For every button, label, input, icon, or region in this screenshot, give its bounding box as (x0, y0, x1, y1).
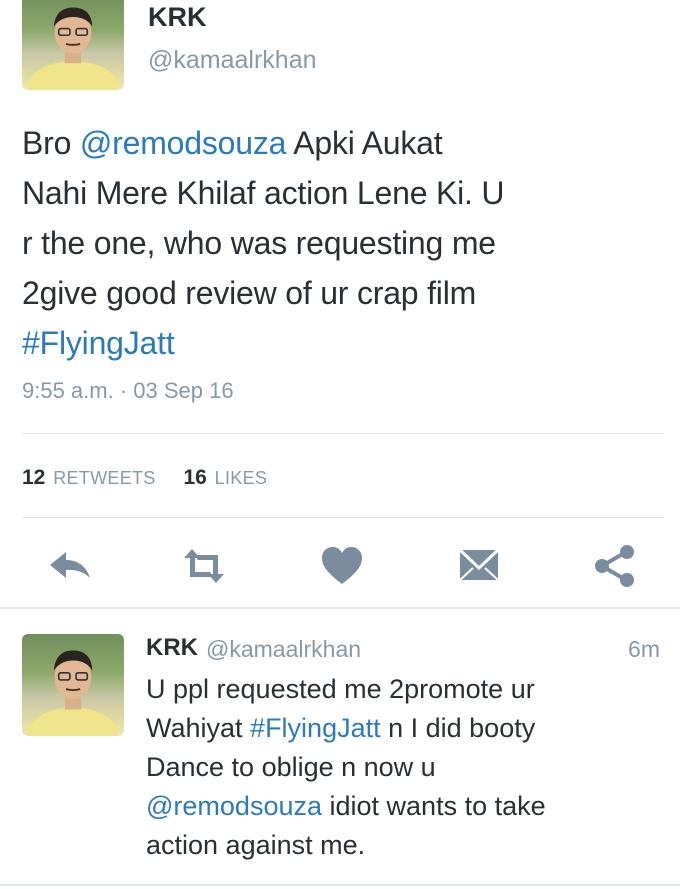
divider (22, 433, 664, 434)
likes-count: 16 (183, 466, 207, 489)
tweet-text-line: #FlyingJatt (22, 318, 662, 368)
mention-link[interactable]: @remodsouza (146, 791, 322, 821)
reply-text-segment: n I did booty (380, 713, 536, 743)
reply-text: U ppl requested me 2promote ur Wahiyat #F… (146, 670, 666, 865)
hashtag-link[interactable]: #FlyingJatt (22, 325, 175, 361)
hashtag-link[interactable]: #FlyingJatt (250, 713, 381, 743)
retweet-icon (184, 549, 224, 583)
retweets-label: RETWEETS (53, 468, 156, 488)
author-name[interactable]: KRK (148, 2, 207, 33)
reply-icon (50, 552, 90, 578)
tweet-text-line: Bro @remodsouza Apki Aukat (22, 118, 662, 168)
reply-author-name[interactable]: KRK (146, 634, 198, 662)
reply-text-line: U ppl requested me 2promote ur (146, 670, 666, 709)
like-button[interactable] (318, 544, 366, 588)
reply-text-segment: U ppl requested me 2promote ur (146, 674, 535, 704)
tweet-text-line: r the one, who was requesting me (22, 218, 662, 268)
mention-link[interactable]: @remodsouza (80, 125, 287, 161)
tweet-text-segment: Nahi Mere Khilaf action Lene Ki. U (22, 175, 505, 211)
reply-text-line: @remodsouza idiot wants to take (146, 787, 666, 826)
tweet-text-line: Nahi Mere Khilaf action Lene Ki. U (22, 168, 662, 218)
divider (22, 517, 664, 518)
tweet-text-segment: 2give good review of ur crap film (22, 275, 477, 311)
reply-text-line: action against me. (146, 826, 666, 865)
share-button[interactable] (592, 544, 640, 588)
reply-text-line: Wahiyat #FlyingJatt n I did booty (146, 709, 666, 748)
reply-text-line: Dance to oblige n now u (146, 748, 666, 787)
reply-timestamp[interactable]: 6m (628, 636, 660, 663)
tweet-separator (0, 607, 680, 609)
tweet-text-segment: r the one, who was requesting me (22, 225, 496, 261)
reply-author-handle[interactable]: @kamaalrkhan (206, 636, 361, 663)
reply-button[interactable] (46, 544, 94, 588)
tweet-text-segment: Apki Aukat (286, 125, 443, 161)
reply-text-segment: action against me. (146, 830, 366, 860)
retweet-button[interactable] (180, 544, 228, 588)
direct-message-button[interactable] (455, 544, 503, 588)
tweet-text: Bro @remodsouza Apki Aukat Nahi Mere Khil… (22, 118, 662, 368)
likes-stat[interactable]: 16 LIKES (183, 466, 267, 489)
tweet-text-line: 2give good review of ur crap film (22, 268, 662, 318)
tweet-stats: 12 RETWEETS 16 LIKES (22, 466, 289, 490)
reply-text-segment: Wahiyat (146, 713, 251, 743)
reply-text-segment: idiot wants to take (322, 791, 546, 821)
retweets-count: 12 (22, 466, 46, 489)
share-icon (595, 545, 634, 587)
reply-author-avatar[interactable] (22, 634, 124, 736)
tweet-text-segment: Bro (22, 125, 80, 161)
heart-icon (322, 547, 362, 584)
reply-text-segment: Dance to oblige n now u (146, 752, 436, 782)
author-avatar[interactable] (22, 0, 124, 90)
mail-icon (458, 548, 500, 581)
likes-label: LIKES (214, 468, 268, 488)
author-handle[interactable]: @kamaalrkhan (148, 46, 317, 75)
tweet-separator (0, 884, 680, 886)
tweet-timestamp[interactable]: 9:55 a.m. · 03 Sep 16 (22, 378, 234, 404)
retweets-stat[interactable]: 12 RETWEETS (22, 466, 161, 489)
